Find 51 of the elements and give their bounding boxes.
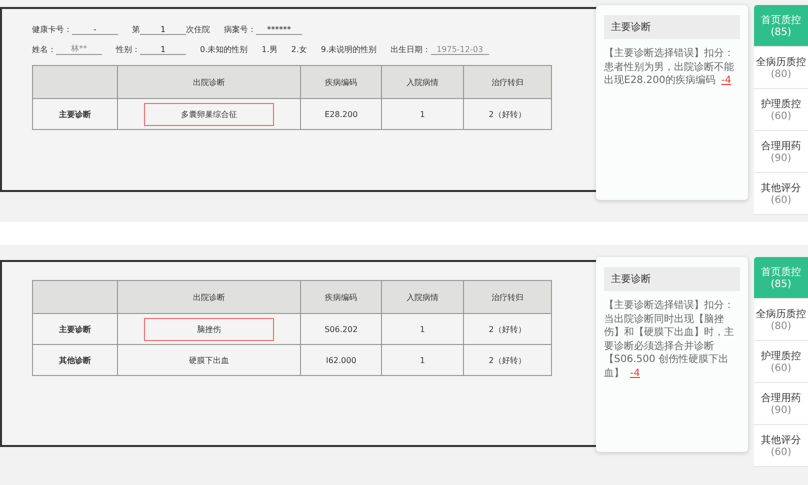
diagnosis-field[interactable]: 多囊卵巢综合征 bbox=[144, 102, 274, 126]
popup-title: 主要诊断 bbox=[604, 15, 740, 39]
column-header: 出院诊断 bbox=[118, 280, 300, 314]
field-label: 出生日期： bbox=[390, 44, 431, 55]
column-header: 入院病情 bbox=[382, 280, 464, 314]
input-field[interactable]: ****** bbox=[256, 25, 302, 35]
column-header: 入院病情 bbox=[382, 66, 464, 98]
table-cell: 2（好转） bbox=[463, 98, 552, 130]
input-field[interactable]: 1 bbox=[140, 45, 186, 55]
score-tab[interactable]: 其他评分 (60) bbox=[754, 425, 808, 467]
table-cell: 主要诊断 bbox=[32, 98, 118, 130]
option-text: 1.男 bbox=[262, 44, 278, 55]
column-header: 治疗转归 bbox=[463, 66, 552, 98]
error-message: 【主要诊断选择错误】扣分：患者性别为男，出院诊断不能出现E28.200的疾病编码 -4 bbox=[604, 47, 735, 88]
score-tab[interactable]: 全病历质控 (80) bbox=[754, 299, 808, 341]
column-header: 出院诊断 bbox=[118, 66, 300, 98]
table-cell: 2（好转） bbox=[463, 314, 552, 344]
error-message: 【主要诊断选择错误】扣分：当出院诊断同时出现【脑挫伤】和【硬膜下出血】时，主要诊断必须选择合并诊断【S06.500 创伤性硬膜下出血】 -4 bbox=[604, 299, 735, 380]
table-cell: 1 bbox=[382, 314, 464, 344]
score-tab[interactable]: 护理质控 (60) bbox=[754, 341, 808, 383]
table-cell: 其他诊断 bbox=[32, 344, 118, 376]
score-tab[interactable]: 合理用药 (90) bbox=[754, 131, 808, 173]
table-cell: 1 bbox=[382, 344, 464, 376]
option-text: 0.未知的性别 bbox=[200, 44, 248, 55]
option-text: 2.女 bbox=[291, 44, 307, 55]
score-tab[interactable]: 其他评分 (60) bbox=[754, 173, 808, 215]
deduction-link[interactable]: -4 bbox=[721, 75, 732, 86]
option-text: 9.未说明的性别 bbox=[320, 44, 377, 55]
score-tab[interactable]: 合理用药 (90) bbox=[754, 383, 808, 425]
input-field[interactable]: - bbox=[72, 25, 118, 35]
input-field[interactable]: 1 bbox=[140, 25, 186, 35]
table-cell: 主要诊断 bbox=[32, 314, 118, 344]
table-cell: 2（好转） bbox=[463, 344, 552, 376]
table-cell: I62.000 bbox=[300, 344, 382, 376]
field-label: 性别： bbox=[116, 44, 140, 55]
column-header: 疾病编码 bbox=[300, 66, 382, 98]
score-tab[interactable]: 护理质控 (60) bbox=[754, 89, 808, 131]
deduction-link[interactable]: -4 bbox=[630, 368, 640, 378]
field-label: 病案号： bbox=[224, 24, 256, 35]
field-label: 次住院 bbox=[186, 24, 210, 35]
diagnosis-field[interactable]: 脑挫伤 bbox=[144, 318, 274, 340]
table-cell: 1 bbox=[382, 98, 464, 130]
column-header: 治疗转归 bbox=[463, 280, 552, 314]
column-header: 疾病编码 bbox=[300, 280, 382, 314]
table-cell: E28.200 bbox=[300, 98, 382, 130]
field-label: 第 bbox=[132, 24, 140, 35]
score-tab[interactable]: 全病历质控 (80) bbox=[754, 47, 808, 89]
field-label: 健康卡号： bbox=[32, 24, 72, 35]
popup-title: 主要诊断 bbox=[604, 267, 740, 291]
field-label: 姓名： bbox=[32, 44, 56, 55]
table-cell: S06.202 bbox=[300, 314, 382, 344]
